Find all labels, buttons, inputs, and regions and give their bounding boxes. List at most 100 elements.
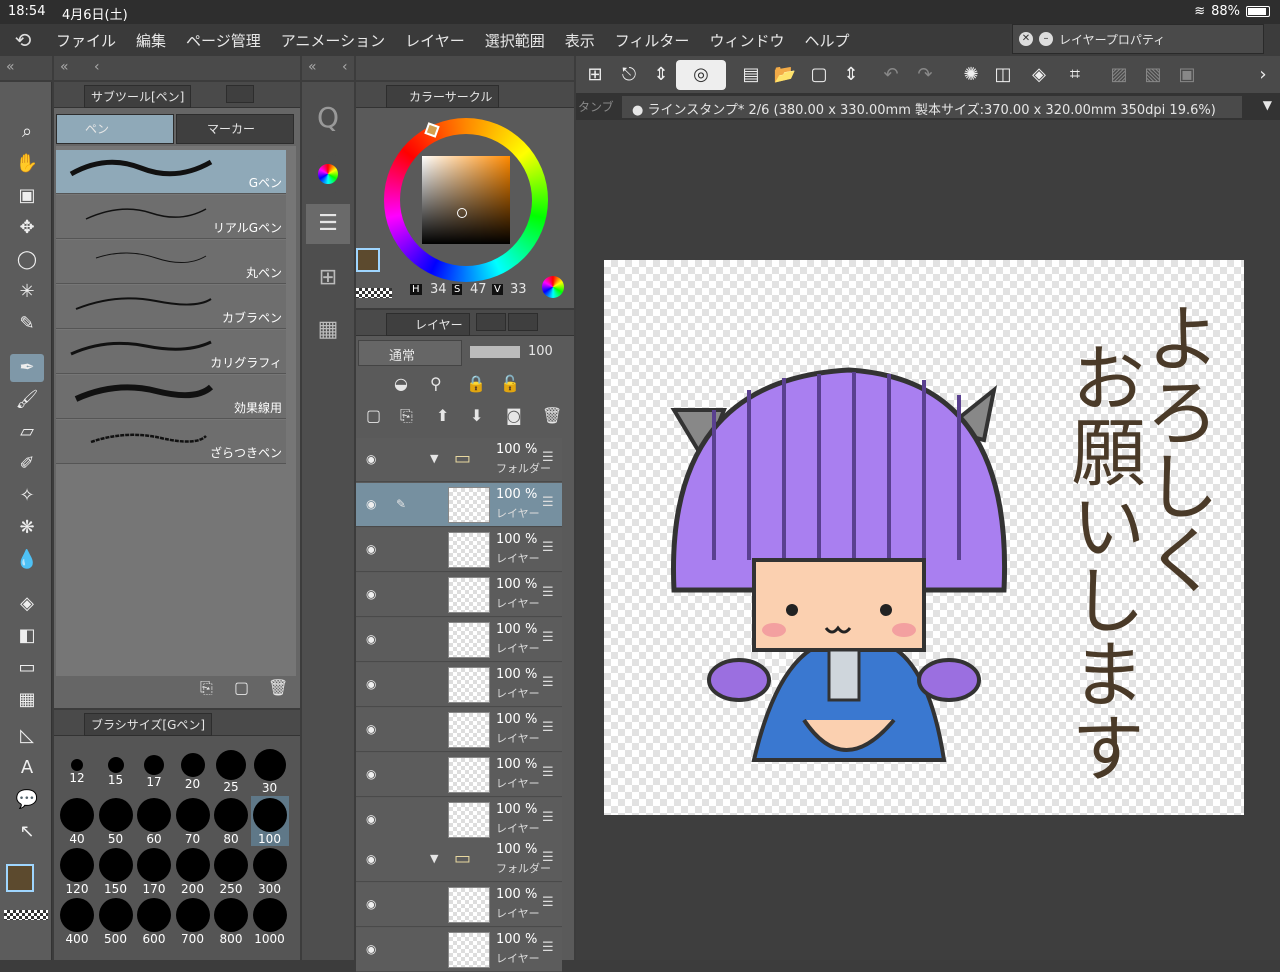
- layer-row[interactable]: ◉ 100 % レイヤー ☰: [356, 753, 562, 797]
- new-layer-icon[interactable]: ▢: [366, 406, 381, 425]
- visibility-eye-icon[interactable]: ◉: [366, 722, 376, 736]
- menu-icon[interactable]: ☰: [542, 940, 554, 955]
- layer-row[interactable]: ◉ 100 % レイヤー ☰: [356, 928, 562, 972]
- brush-size-item[interactable]: 30: [251, 746, 289, 796]
- brush-size-item[interactable]: 50: [97, 796, 135, 846]
- brush-size-item[interactable]: 100: [250, 796, 289, 846]
- menu-icon[interactable]: ☰: [542, 675, 554, 690]
- brush-size-item[interactable]: 120: [58, 846, 96, 896]
- subtool-header[interactable]: サブツール[ペン]: [84, 85, 192, 108]
- subtool-panel-collapse[interactable]: «‹: [54, 56, 300, 80]
- navigator-icon[interactable]: ⊞: [308, 258, 348, 298]
- brush-item[interactable]: ざらつきペン: [56, 420, 286, 464]
- close-icon[interactable]: ✕: [1019, 32, 1033, 46]
- pen-icon[interactable]: ✒: [10, 354, 44, 382]
- layer-folder-row[interactable]: ◉ ▼ ▭ 100 % フォルダー ☰: [356, 838, 562, 882]
- menu-icon[interactable]: ☰: [542, 720, 554, 735]
- brush-size-item[interactable]: 400: [58, 896, 96, 946]
- saturation-value[interactable]: 47: [470, 282, 487, 297]
- clip-studio-icon[interactable]: ◎: [676, 60, 726, 90]
- new-file-icon[interactable]: ▤: [736, 60, 766, 90]
- layer-row[interactable]: ◉ 100 % レイヤー ☰ ✎: [356, 483, 562, 527]
- blend-icon[interactable]: ❋: [10, 514, 44, 542]
- color-mode-icon[interactable]: [542, 276, 564, 298]
- object-icon[interactable]: ▣: [10, 182, 44, 210]
- menu-icon[interactable]: ☰: [542, 540, 554, 555]
- visibility-eye-icon[interactable]: ◉: [366, 677, 376, 691]
- chevron-down-icon[interactable]: ▼: [1263, 98, 1272, 112]
- eraser-icon[interactable]: ▱: [10, 418, 44, 446]
- quick-access-icon[interactable]: Q: [308, 90, 348, 146]
- grid-view-icon[interactable]: ⊞: [580, 60, 610, 90]
- transparent-swatch[interactable]: [356, 288, 392, 298]
- layer-stack-icon[interactable]: ☰: [306, 204, 350, 244]
- brush-size-item[interactable]: 80: [212, 796, 250, 846]
- tab-pen[interactable]: ペン: [56, 114, 174, 144]
- layer-row[interactable]: ◉ 100 % レイヤー ☰: [356, 708, 562, 752]
- blend-mode-select[interactable]: 通常: [358, 340, 462, 366]
- menu-icon[interactable]: ☰: [542, 895, 554, 910]
- decoration-icon[interactable]: ✐: [10, 450, 44, 478]
- brush-size-item[interactable]: 60: [135, 796, 173, 846]
- zoom-icon[interactable]: ⌕: [10, 118, 44, 146]
- opacity-value[interactable]: 100: [528, 344, 553, 359]
- subtool-sub-tab[interactable]: [226, 85, 254, 103]
- clip-studio-logo-icon[interactable]: ⟲: [0, 28, 46, 52]
- brush-size-item[interactable]: 25: [212, 746, 250, 796]
- fill-selection-icon[interactable]: ▧: [1138, 60, 1168, 90]
- visibility-eye-icon[interactable]: ◉: [366, 942, 376, 956]
- undo-icon[interactable]: ↶: [876, 60, 906, 90]
- menu-icon[interactable]: ☰: [542, 810, 554, 825]
- clip-icon[interactable]: ◒: [394, 374, 408, 393]
- layer-row[interactable]: ◉ 100 % レイヤー ☰: [356, 798, 562, 842]
- transform-icon[interactable]: ⎋: [614, 60, 644, 90]
- main-color-swatch[interactable]: [6, 864, 34, 892]
- layer-sub-tab[interactable]: [508, 313, 538, 331]
- text-icon[interactable]: A: [10, 754, 44, 782]
- menu-icon[interactable]: ☰: [542, 630, 554, 645]
- loading-icon[interactable]: ✺: [956, 60, 986, 90]
- save-icon[interactable]: ▢: [804, 60, 834, 90]
- brush-size-item[interactable]: 12: [58, 746, 96, 796]
- layer-sub-tab[interactable]: [476, 313, 506, 331]
- collapse-icon[interactable]: «: [308, 59, 317, 75]
- menu-filter[interactable]: フィルター: [605, 30, 700, 51]
- stepper-icon[interactable]: ⇕: [646, 60, 676, 90]
- prev-doc-tab[interactable]: タンブ: [578, 98, 614, 115]
- brush-size-item[interactable]: 600: [135, 896, 173, 946]
- menu-animation[interactable]: アニメーション: [271, 30, 395, 51]
- visibility-eye-icon[interactable]: ◉: [366, 812, 376, 826]
- chevron-right-icon[interactable]: ›: [1248, 60, 1278, 90]
- brush-size-item[interactable]: 40: [58, 796, 96, 846]
- brush-item[interactable]: カリグラフィ: [56, 330, 286, 374]
- visibility-eye-icon[interactable]: ◉: [366, 497, 376, 511]
- menu-icon[interactable]: ☰: [542, 495, 554, 510]
- lasso-icon[interactable]: ◯: [10, 246, 44, 274]
- hue-value[interactable]: 34: [430, 282, 447, 297]
- delete-layer-icon[interactable]: 🗑: [542, 406, 562, 425]
- visibility-eye-icon[interactable]: ◉: [366, 542, 376, 556]
- menu-icon[interactable]: ☰: [542, 765, 554, 780]
- redo-icon[interactable]: ↷: [910, 60, 940, 90]
- brush-size-item[interactable]: 20: [174, 746, 212, 796]
- brush-size-item[interactable]: 250: [212, 846, 250, 896]
- menu-help[interactable]: ヘルプ: [794, 30, 859, 51]
- layer-transform-icon[interactable]: ◫: [988, 60, 1018, 90]
- saturation-value-square[interactable]: [422, 156, 510, 244]
- layer-row[interactable]: ◉ 100 % レイヤー ☰: [356, 573, 562, 617]
- lock-icon[interactable]: 🔒: [466, 374, 486, 393]
- brush-size-item[interactable]: 17: [135, 746, 173, 796]
- lock-alpha-icon[interactable]: 🔓: [500, 374, 520, 393]
- eyedropper-icon[interactable]: ✎: [10, 310, 44, 338]
- main-color-swatch[interactable]: [356, 248, 380, 272]
- visibility-eye-icon[interactable]: ◉: [366, 897, 376, 911]
- brush-size-item[interactable]: 700: [174, 896, 212, 946]
- subtool-copy-icon[interactable]: ⎘: [200, 678, 213, 698]
- merge-down-icon[interactable]: ⬇: [470, 406, 483, 425]
- menu-file[interactable]: ファイル: [46, 30, 126, 51]
- menu-page[interactable]: ページ管理: [176, 30, 271, 51]
- frame-icon[interactable]: ▦: [10, 686, 44, 714]
- minimize-icon[interactable]: –: [1039, 32, 1053, 46]
- ruler-icon[interactable]: ◺: [10, 722, 44, 750]
- clear-icon[interactable]: ▨: [1104, 60, 1134, 90]
